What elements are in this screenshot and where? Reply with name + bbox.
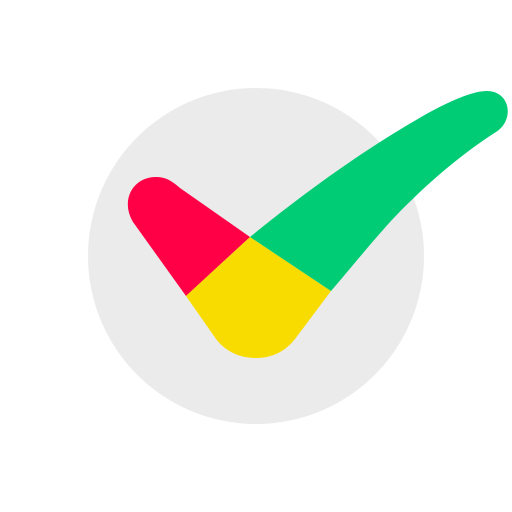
checkmark-logo-icon (88, 88, 508, 424)
app-icon-canvas (0, 0, 512, 512)
